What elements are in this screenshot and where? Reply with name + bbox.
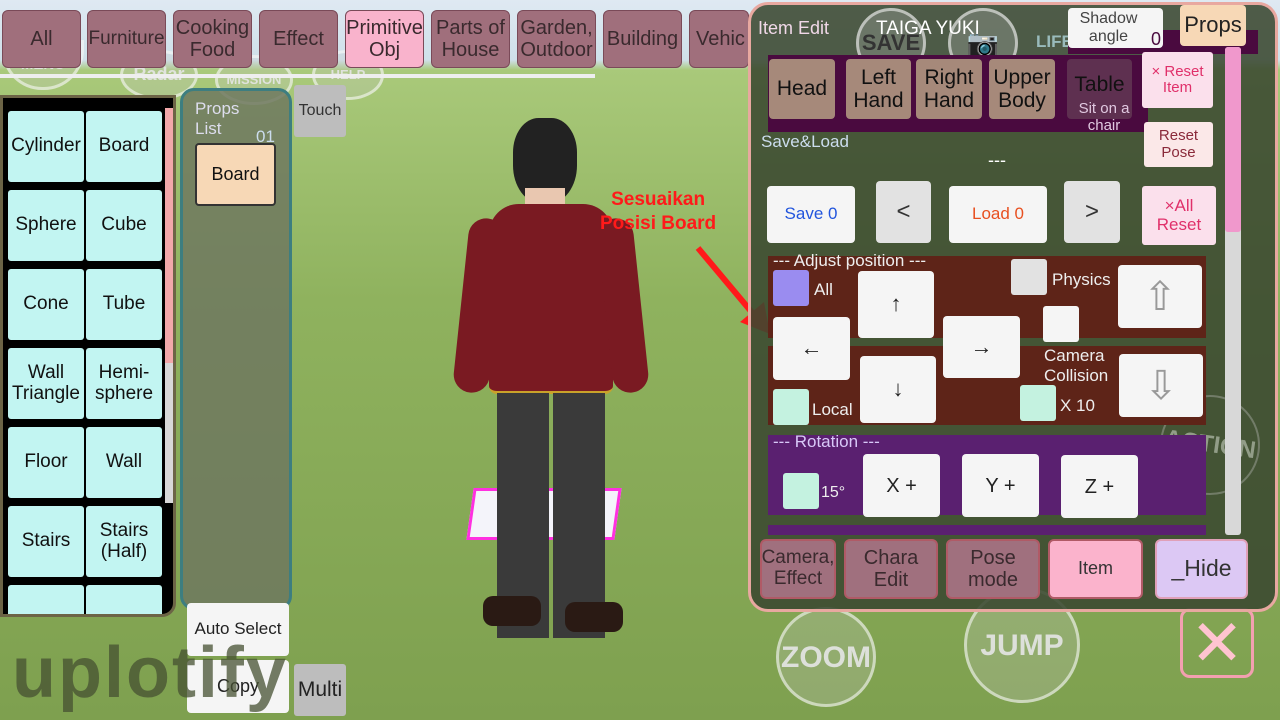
hud-slider[interactable] [0, 74, 595, 78]
prop-wall[interactable]: Wall [86, 427, 162, 498]
x10-label: X 10 [1060, 396, 1095, 415]
pose-mode-tab[interactable]: Pose mode [946, 539, 1040, 599]
prop-tube[interactable]: Tube [86, 269, 162, 340]
prop-stairs-half[interactable]: Stairs (Half) [86, 506, 162, 577]
rotate-y-button[interactable]: Y + [962, 454, 1039, 517]
physics-checkbox[interactable] [1011, 259, 1047, 295]
tab-primitive-obj[interactable]: Primitive Obj [345, 10, 424, 68]
attach-head[interactable]: Head [769, 59, 835, 119]
save-load-label: Save&Load [761, 132, 849, 151]
tab-garden-outdoor[interactable]: Garden, Outdoor [517, 10, 596, 68]
attach-upper-body[interactable]: Upper Body [989, 59, 1055, 119]
prop-cylinder[interactable]: Cylinder [8, 111, 84, 182]
15-degree-label: 15° [821, 484, 846, 501]
local-label: Local [812, 400, 853, 419]
panel-scrollbar[interactable] [1225, 47, 1241, 535]
props-list-panel: Props List 01 Board [180, 88, 292, 610]
tab-effect[interactable]: Effect [259, 10, 338, 68]
prop-cone[interactable]: Cone [8, 269, 84, 340]
move-up-button[interactable]: ↑ [858, 271, 934, 338]
table-subtitle: Sit on a chair [1078, 100, 1130, 135]
move-left-button[interactable]: ← [773, 317, 850, 380]
tab-vehicle[interactable]: Vehic [689, 10, 749, 68]
rotate-z-button[interactable]: Z + [1061, 455, 1138, 518]
props-list-title: Props List [195, 99, 240, 138]
prop-floor[interactable]: Floor [8, 427, 84, 498]
next-slot-button[interactable]: > [1064, 181, 1120, 243]
tab-parts-of-house[interactable]: Parts of House [431, 10, 510, 68]
prop-hemisphere[interactable]: Hemi-sphere [86, 348, 162, 419]
watermark-logo: uplotify [12, 633, 288, 713]
camera-collision-checkbox[interactable] [1043, 306, 1079, 342]
prop-partial[interactable] [86, 585, 162, 614]
rotation-title: --- Rotation --- [773, 432, 880, 451]
tab-building[interactable]: Building [603, 10, 682, 68]
zoom-button[interactable]: ZOOM [776, 607, 876, 707]
close-icon[interactable]: ✕ [1180, 608, 1254, 678]
multi-button[interactable]: Multi [294, 664, 346, 716]
attach-left-hand[interactable]: Left Hand [846, 59, 911, 119]
props-scrollbar[interactable] [165, 108, 173, 503]
props-list-item-board[interactable]: Board [195, 143, 276, 206]
physics-label: Physics [1052, 270, 1111, 289]
all-reset-button[interactable]: ×All Reset [1142, 186, 1216, 245]
local-checkbox[interactable] [773, 389, 809, 425]
camera-effect-tab[interactable]: Camera, Effect [760, 539, 836, 599]
adjust-title: --- Adjust position --- [773, 251, 927, 270]
prop-board[interactable]: Board [86, 111, 162, 182]
prop-wall-triangle[interactable]: Wall Triangle [8, 348, 84, 419]
prop-partial[interactable] [8, 585, 84, 614]
tab-all[interactable]: All [2, 10, 81, 68]
prop-stairs[interactable]: Stairs [8, 506, 84, 577]
move-down-button[interactable]: ↓ [860, 356, 936, 423]
all-label: All [814, 280, 833, 299]
all-checkbox[interactable] [773, 270, 809, 306]
item-tab[interactable]: Item [1048, 539, 1143, 599]
hide-button[interactable]: _Hide [1155, 539, 1248, 599]
lower-down-icon[interactable]: ⇩ [1119, 354, 1203, 417]
panel-title: Item Edit [758, 18, 830, 38]
save-slot-button[interactable]: Save 0 [767, 186, 855, 243]
move-right-button[interactable]: → [943, 316, 1020, 378]
camera-collision-label: Camera Collision [1044, 346, 1109, 386]
15-degree-checkbox[interactable] [783, 473, 819, 509]
next-band [768, 525, 1206, 535]
reset-pose-button[interactable]: Reset Pose [1144, 122, 1213, 167]
props-button[interactable]: Props [1180, 5, 1246, 46]
raise-up-icon[interactable]: ⇧ [1118, 265, 1202, 328]
prev-slot-button[interactable]: < [876, 181, 931, 243]
chara-edit-tab[interactable]: Chara Edit [844, 539, 938, 599]
tab-furniture[interactable]: Furniture [87, 10, 166, 68]
x10-checkbox[interactable] [1020, 385, 1056, 421]
load-slot-button[interactable]: Load 0 [949, 186, 1047, 243]
shadow-angle-value: 0 [1151, 29, 1162, 49]
annotation-text: Sesuaikan Posisi Board [600, 189, 717, 234]
prop-sphere[interactable]: Sphere [8, 190, 84, 261]
reset-item-button[interactable]: × Reset Item [1142, 52, 1213, 108]
character-name: TAIGA YUKI [876, 18, 980, 39]
props-grid-panel: Cylinder Board Sphere Cube Cone Tube Wal… [0, 95, 176, 617]
rotate-x-button[interactable]: X + [863, 454, 940, 517]
shadow-angle-field[interactable]: Shadow angle [1068, 8, 1163, 48]
attach-right-hand[interactable]: Right Hand [916, 59, 982, 119]
tab-cooking-food[interactable]: Cooking Food [173, 10, 252, 68]
prop-cube[interactable]: Cube [86, 190, 162, 261]
slot-name: --- [988, 150, 1006, 170]
touch-button[interactable]: Touch [294, 85, 346, 137]
